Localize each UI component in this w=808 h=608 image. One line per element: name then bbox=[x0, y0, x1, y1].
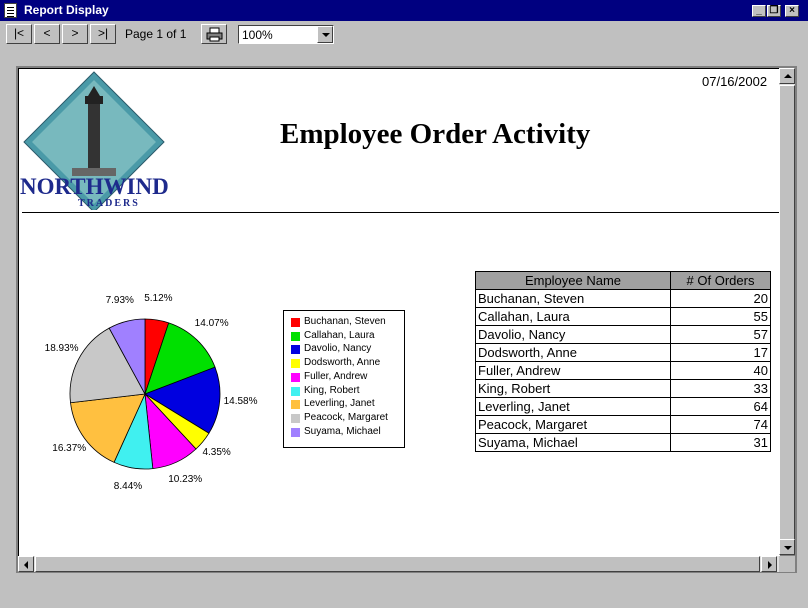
last-page-button[interactable]: >| bbox=[90, 24, 116, 44]
scroll-right-button[interactable] bbox=[761, 556, 777, 572]
cell-employee-name: Fuller, Andrew bbox=[475, 361, 671, 380]
table-row: Suyama, Michael 31 bbox=[475, 433, 771, 452]
legend-label: Fuller, Andrew bbox=[304, 370, 368, 382]
window-title: Report Display bbox=[24, 3, 109, 17]
cell-employee-name: Davolio, Nancy bbox=[475, 325, 671, 344]
header-divider bbox=[22, 212, 779, 213]
legend-swatch bbox=[291, 386, 300, 396]
chevron-down-icon[interactable] bbox=[317, 26, 333, 43]
cell-employee-name: Buchanan, Steven bbox=[475, 289, 671, 308]
scroll-corner bbox=[779, 556, 795, 572]
legend-swatch bbox=[291, 427, 300, 437]
page-indicator: Page 1 of 1 bbox=[125, 27, 187, 41]
vertical-scroll-thumb[interactable] bbox=[779, 85, 795, 540]
next-page-button[interactable]: > bbox=[62, 24, 88, 44]
first-page-button[interactable]: |< bbox=[6, 24, 32, 44]
legend-swatch bbox=[291, 318, 300, 327]
legend-label: Leverling, Janet bbox=[304, 398, 375, 410]
legend-swatch bbox=[291, 331, 300, 341]
cell-employee-name: King, Robert bbox=[475, 379, 671, 398]
legend-label: Buchanan, Steven bbox=[304, 316, 386, 327]
minimize-button[interactable]: _ bbox=[752, 5, 766, 17]
title-bar: Report Display _ ❐ × bbox=[0, 0, 808, 21]
cell-order-count: 64 bbox=[670, 397, 771, 416]
cell-order-count: 20 bbox=[670, 289, 771, 308]
table-row: Fuller, Andrew 40 bbox=[475, 361, 771, 380]
table-row: Buchanan, Steven 20 bbox=[475, 289, 771, 308]
cell-employee-name: Suyama, Michael bbox=[475, 433, 671, 452]
cell-order-count: 57 bbox=[670, 325, 771, 344]
logo-brand-text: NORTHWIND bbox=[20, 174, 169, 199]
pie-percent-label: 16.37% bbox=[52, 443, 87, 455]
cell-order-count: 17 bbox=[670, 343, 771, 362]
close-button[interactable]: × bbox=[785, 5, 799, 17]
cell-employee-name: Peacock, Margaret bbox=[475, 415, 671, 434]
vertical-scrollbar[interactable] bbox=[779, 68, 795, 555]
legend-swatch bbox=[291, 359, 300, 369]
column-header-orders: # Of Orders bbox=[670, 271, 771, 290]
cell-order-count: 33 bbox=[670, 379, 771, 398]
column-header-employee-name: Employee Name bbox=[475, 271, 671, 290]
cell-employee-name: Callahan, Laura bbox=[475, 307, 671, 326]
pie-percent-label: 8.44% bbox=[113, 480, 143, 492]
print-button[interactable] bbox=[201, 24, 227, 44]
pie-percent-label: 14.58% bbox=[223, 395, 258, 407]
pie-percent-label: 10.23% bbox=[168, 473, 203, 485]
legend-swatch bbox=[291, 400, 300, 410]
cell-order-count: 55 bbox=[670, 307, 771, 326]
report-title: Employee Order Activity bbox=[280, 118, 591, 150]
printer-icon bbox=[206, 27, 223, 42]
scroll-down-button[interactable] bbox=[779, 539, 795, 555]
table-row: Dodsworth, Anne 17 bbox=[475, 343, 771, 362]
table-header-row: Employee Name # Of Orders bbox=[475, 271, 771, 290]
report-icon bbox=[4, 3, 17, 18]
pie-percent-label: 5.12% bbox=[144, 293, 173, 305]
restore-button[interactable]: ❐ bbox=[767, 5, 781, 17]
legend-label: Callahan, Laura bbox=[304, 329, 375, 341]
cell-employee-name: Leverling, Janet bbox=[475, 397, 671, 416]
legend-label: Peacock, Margaret bbox=[304, 411, 388, 423]
legend-swatch bbox=[291, 345, 300, 355]
cell-order-count: 74 bbox=[670, 415, 771, 434]
legend-swatch bbox=[291, 372, 300, 382]
pie-percent-label: 18.93% bbox=[44, 343, 79, 355]
legend-label: Davolio, Nancy bbox=[304, 343, 372, 355]
previous-page-button[interactable]: < bbox=[34, 24, 60, 44]
legend-label: King, Robert bbox=[304, 384, 360, 396]
toolbar: |< < > >| Page 1 of 1 100% bbox=[0, 21, 808, 47]
legend-label: Dodsworth, Anne bbox=[304, 357, 381, 369]
horizontal-scroll-thumb[interactable] bbox=[35, 556, 760, 572]
logo-sub-text: TRADERS bbox=[78, 198, 140, 209]
chart-legend: Buchanan, Steven Callahan, Laura Davolio, … bbox=[283, 310, 405, 448]
zoom-value: 100% bbox=[242, 28, 273, 42]
pie-percent-label: 7.93% bbox=[105, 294, 134, 306]
table-row: King, Robert 33 bbox=[475, 379, 771, 398]
cell-order-count: 31 bbox=[670, 433, 771, 452]
northwind-logo: NORTHWIND TRADERS bbox=[20, 71, 169, 210]
pie-percent-label: 14.07% bbox=[194, 318, 229, 330]
pie-percent-label: 4.35% bbox=[202, 447, 231, 459]
cell-order-count: 40 bbox=[670, 361, 771, 380]
zoom-select[interactable]: 100% bbox=[238, 25, 334, 44]
scroll-left-button[interactable] bbox=[18, 556, 34, 572]
table-row: Peacock, Margaret 74 bbox=[475, 415, 771, 434]
employee-orders-table: Employee Name # Of Orders Buchanan, Stev… bbox=[475, 271, 771, 452]
legend-swatch bbox=[291, 413, 300, 423]
legend-label: Suyama, Michael bbox=[304, 425, 381, 437]
table-row: Leverling, Janet 64 bbox=[475, 397, 771, 416]
horizontal-scrollbar[interactable] bbox=[18, 556, 779, 572]
table-row: Davolio, Nancy 57 bbox=[475, 325, 771, 344]
scroll-up-button[interactable] bbox=[779, 68, 795, 84]
table-row: Callahan, Laura 55 bbox=[475, 307, 771, 326]
report-date: 07/16/2002 bbox=[702, 74, 768, 89]
cell-employee-name: Dodsworth, Anne bbox=[475, 343, 671, 362]
